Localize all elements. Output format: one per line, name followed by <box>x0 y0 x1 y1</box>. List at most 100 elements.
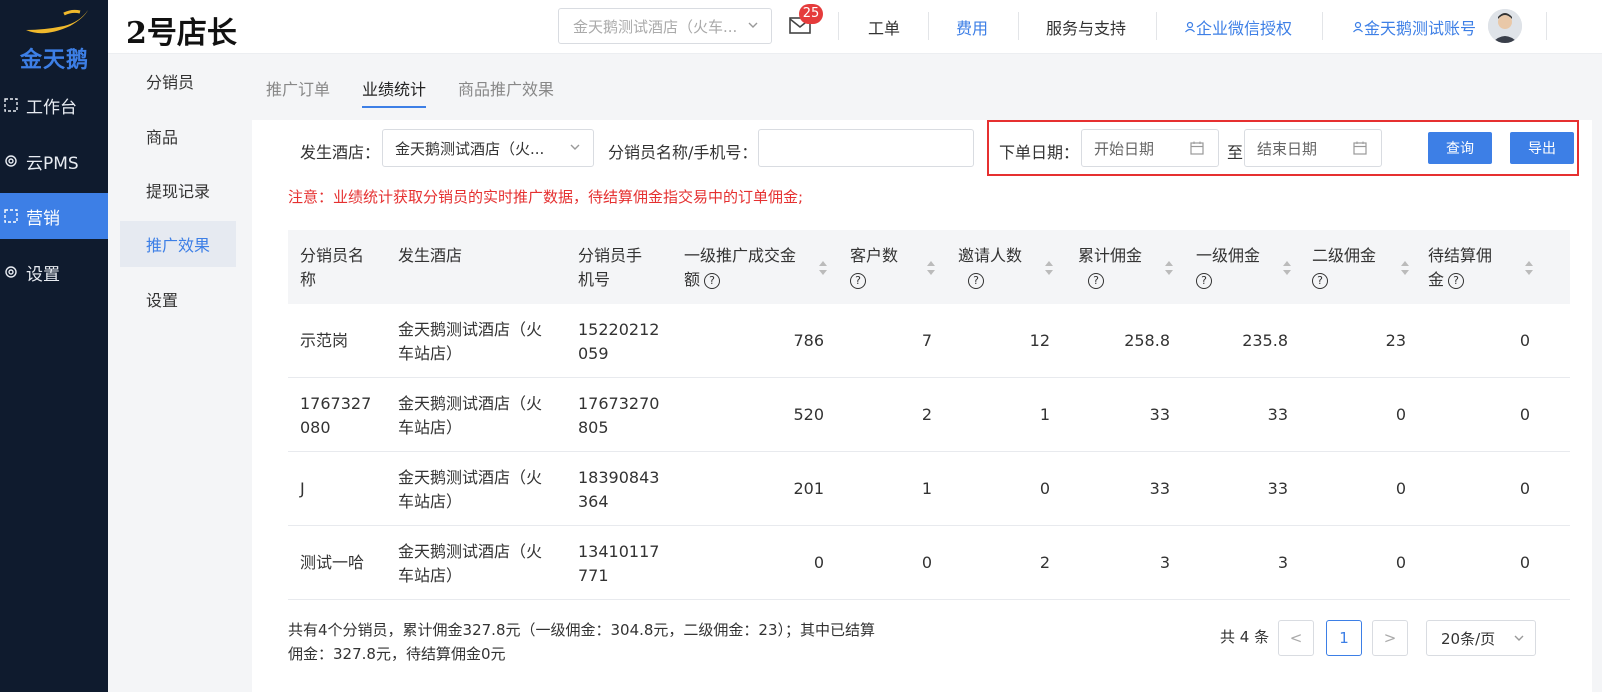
col-header-name: 分销员名称 <box>300 246 365 289</box>
cell-level2: 0 <box>1395 405 1406 424</box>
col-header-customers[interactable]: 客户数? <box>850 244 898 292</box>
sidebar-item-settings[interactable]: 设置 <box>0 249 108 295</box>
divider <box>928 12 929 40</box>
table-row: J 金天鹅测试酒店（火 车站店） 18390843 364 201 1 0 33 3… <box>288 452 1570 526</box>
subnav-item-promotion-effect[interactable]: 推广效果 <box>120 221 236 267</box>
tab-promotion-orders[interactable]: 推广订单 <box>266 76 330 100</box>
date-range-separator: 至 <box>1227 143 1244 162</box>
sub-navigation: 分销员 商品 提现记录 推广效果 设置 <box>108 54 236 692</box>
subnav-item-goods[interactable]: 商品 <box>120 113 236 159</box>
sort-icon[interactable] <box>1164 260 1174 276</box>
cell-level1: 235.8 <box>1242 331 1288 350</box>
divider <box>838 12 839 40</box>
col-header-phone: 分销员手 机号 <box>578 246 643 289</box>
cell-customers: 2 <box>921 405 932 424</box>
col-header-pending-commission[interactable]: 待结算佣金? <box>1428 244 1492 292</box>
chevron-down-icon <box>748 22 758 28</box>
wechat-auth-link[interactable]: 企业微信授权 <box>1184 15 1292 39</box>
hotel-filter-select[interactable]: 金天鹅测试酒店（火... <box>382 129 594 167</box>
sidebar-item-marketing[interactable]: 营销 <box>0 193 108 239</box>
prev-page-button[interactable]: < <box>1278 620 1314 656</box>
help-icon: ? <box>1448 272 1465 289</box>
tab-goods-promotion[interactable]: 商品推广效果 <box>458 76 554 100</box>
sidebar-item-pms[interactable]: 云PMS <box>0 138 108 184</box>
table-row: 测试一哈 金天鹅测试酒店（火 车站店） 13410117 771 0 0 2 3 3… <box>288 526 1570 600</box>
cell-amount: 786 <box>793 331 824 350</box>
table-header: 分销员名称 发生酒店 分销员手 机号 一级推广成交金额? 客户数? 邀请人数? 累… <box>288 230 1570 304</box>
summary-text: 共有4个分销员，累计佣金327.8元（一级佣金：304.8元，二级佣金：23）；… <box>288 621 876 663</box>
sidebar-item-workbench[interactable]: 工作台 <box>0 82 108 128</box>
col-header-invites[interactable]: 邀请人数? <box>958 244 1022 292</box>
hotel-select[interactable]: 金天鹅测试酒店（火车... <box>558 8 772 44</box>
cell-amount: 201 <box>793 479 824 498</box>
support-link[interactable]: 服务与支持 <box>1046 15 1126 39</box>
avatar[interactable] <box>1488 9 1522 43</box>
cell-invites: 2 <box>1039 553 1050 572</box>
help-icon: ? <box>1196 272 1212 289</box>
agent-search-input[interactable] <box>758 129 974 167</box>
sidebar-item-label: 云PMS <box>26 153 79 174</box>
sort-icon[interactable] <box>1044 260 1054 276</box>
query-button[interactable]: 查询 <box>1428 132 1492 164</box>
tab-performance-stats[interactable]: 业绩统计 <box>362 76 427 108</box>
page-1-button[interactable]: 1 <box>1326 620 1362 656</box>
account-link[interactable]: 金天鹅测试账号 <box>1352 15 1476 39</box>
sort-icon[interactable] <box>1282 260 1292 276</box>
top-header: 2号店长 金天鹅测试酒店（火车... 25 工单 费用 服务与支持 企业微信授权… <box>108 0 1602 54</box>
sidebar-item-label: 工作台 <box>26 97 77 118</box>
col-header-total-commission[interactable]: 累计佣金? <box>1078 244 1142 292</box>
cell-amount: 0 <box>813 553 824 572</box>
subnav-item-withdrawals[interactable]: 提现记录 <box>120 167 236 213</box>
table-row: 1767327 080 金天鹅测试酒店（火 车站店） 17673270 805 520… <box>288 378 1570 452</box>
agent-filter-label: 分销员名称/手机号： <box>608 143 758 162</box>
cell-phone: 17673270 805 <box>578 394 660 437</box>
subnav-item-distributors[interactable]: 分销员 <box>120 58 236 104</box>
divider <box>1322 12 1323 40</box>
end-date-picker[interactable]: 结束日期 <box>1244 129 1382 167</box>
col-header-level1-commission[interactable]: 一级佣金? <box>1196 244 1260 292</box>
dashboard-icon <box>0 98 26 112</box>
col-header-level2-commission[interactable]: 二级佣金? <box>1312 244 1376 292</box>
calendar-icon <box>1353 141 1367 155</box>
fees-link[interactable]: 费用 <box>956 15 988 39</box>
cell-customers: 0 <box>921 553 932 572</box>
notice-text: 注意：业绩统计获取分销员的实时推广数据，待结算佣金指交易中的订单佣金; <box>288 188 804 206</box>
cell-total: 3 <box>1159 553 1170 572</box>
page-size-value: 20条/页 <box>1441 629 1496 648</box>
help-icon: ? <box>968 272 984 289</box>
help-icon: ? <box>1312 272 1328 289</box>
page-size-select[interactable]: 20条/页 <box>1426 620 1536 656</box>
cell-name: 测试一哈 <box>300 553 365 572</box>
avatar-image <box>1488 9 1522 43</box>
hotel-filter-value: 金天鹅测试酒店（火... <box>395 139 545 158</box>
cell-pending: 0 <box>1519 479 1530 498</box>
sort-icon[interactable] <box>818 260 828 276</box>
next-page-button[interactable]: > <box>1372 620 1408 656</box>
user-icon <box>1353 21 1363 33</box>
help-icon: ? <box>704 272 721 289</box>
hotel-filter-label: 发生酒店： <box>300 143 381 162</box>
sort-icon[interactable] <box>1524 260 1534 276</box>
cell-hotel: 金天鹅测试酒店（火 车站店） <box>398 394 543 437</box>
logo-text: 金天鹅 <box>20 48 90 73</box>
wechat-auth-label: 企业微信授权 <box>1196 19 1293 38</box>
start-date-picker[interactable]: 开始日期 <box>1081 129 1219 167</box>
content-panel: 发生酒店： 金天鹅测试酒店（火... 分销员名称/手机号： 下单日期： 开始日期… <box>252 120 1592 692</box>
cell-pending: 0 <box>1519 405 1530 424</box>
sort-icon[interactable] <box>926 260 936 276</box>
sidebar-item-label: 营销 <box>26 208 60 229</box>
cell-pending: 0 <box>1519 553 1530 572</box>
export-button[interactable]: 导出 <box>1510 132 1574 164</box>
cell-level2: 0 <box>1395 553 1406 572</box>
cell-pending: 0 <box>1519 331 1530 350</box>
hotel-select-value: 金天鹅测试酒店（火车... <box>573 17 738 36</box>
cell-amount: 520 <box>793 405 824 424</box>
col-header-amount[interactable]: 一级推广成交金额? <box>684 244 796 292</box>
subnav-item-settings[interactable]: 设置 <box>120 276 236 322</box>
date-filter-label: 下单日期： <box>999 143 1080 162</box>
user-icon <box>1185 21 1195 33</box>
table-row: 示范岗 金天鹅测试酒店（火 车站店） 15220212 059 786 7 12 2… <box>288 304 1570 378</box>
sort-icon[interactable] <box>1400 260 1410 276</box>
gear-icon <box>0 154 26 168</box>
ticket-link[interactable]: 工单 <box>868 15 900 39</box>
